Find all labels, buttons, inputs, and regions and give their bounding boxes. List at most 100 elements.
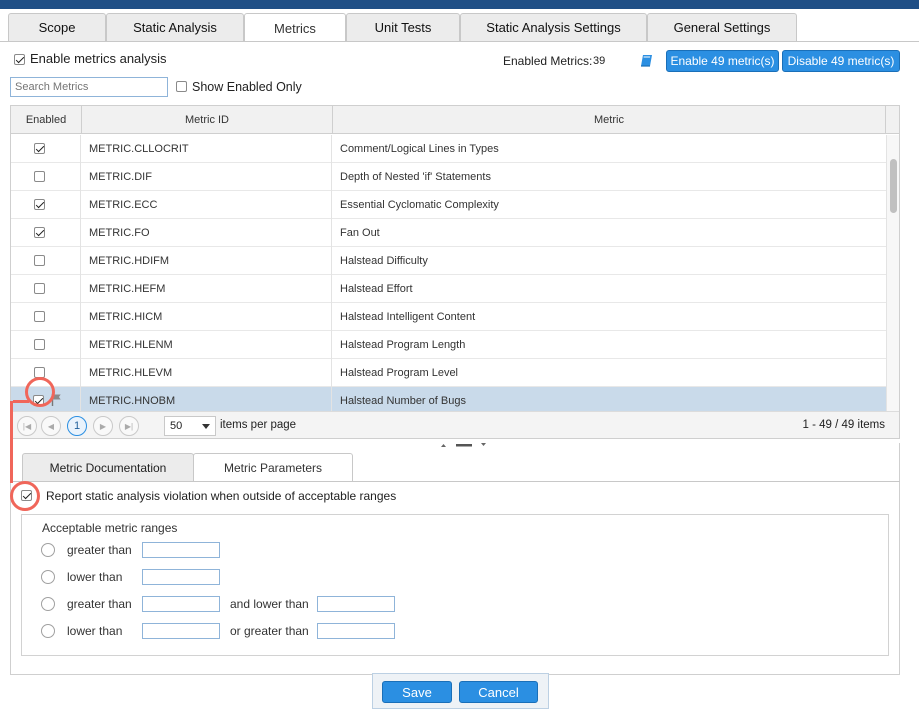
enable-metrics-label: Enable metrics analysis — [30, 51, 167, 66]
next-page-icon[interactable]: ▶ — [93, 416, 113, 436]
row-enabled-checkbox[interactable] — [34, 339, 45, 350]
main-tabs: Scope Static Analysis Metrics Unit Tests… — [0, 13, 919, 42]
table-row[interactable]: METRIC.HLENM Halstead Program Length — [11, 331, 886, 359]
table-row[interactable]: METRIC.DIF Depth of Nested 'if' Statemen… — [11, 163, 886, 191]
range-label: greater than — [67, 597, 132, 611]
range-high-input[interactable] — [317, 623, 395, 639]
enabled-cell — [11, 303, 81, 331]
annotation-connector — [13, 400, 29, 403]
metric-name-cell: Essential Cyclomatic Complexity — [340, 199, 499, 211]
row-enabled-checkbox[interactable] — [34, 143, 45, 154]
prev-page-icon[interactable]: ◀ — [41, 416, 61, 436]
metric-id-cell: METRIC.CLLOCRIT — [82, 135, 332, 163]
range-value-input[interactable] — [142, 542, 220, 558]
row-enabled-checkbox[interactable] — [34, 311, 45, 322]
last-page-icon[interactable]: ▶| — [119, 416, 139, 436]
column-header-metric[interactable]: Metric — [333, 106, 886, 134]
tab-general-settings[interactable]: General Settings — [647, 13, 797, 41]
range-second-label: and lower than — [230, 597, 309, 611]
tab-unit-tests[interactable]: Unit Tests — [346, 13, 460, 41]
enabled-cell — [11, 163, 81, 191]
cancel-button[interactable]: Cancel — [459, 681, 538, 703]
current-page-button[interactable]: 1 — [67, 416, 87, 436]
enabled-cell — [11, 191, 81, 219]
tab-static-analysis[interactable]: Static Analysis — [106, 13, 244, 41]
tab-static-analysis-settings[interactable]: Static Analysis Settings — [460, 13, 647, 41]
acceptable-ranges-group: Acceptable metric ranges greater than lo… — [21, 514, 889, 656]
table-row[interactable]: METRIC.HEFM Halstead Effort — [11, 275, 886, 303]
range-radio-between[interactable] — [41, 597, 55, 611]
table-row[interactable]: METRIC.FO Fan Out — [11, 219, 886, 247]
range-value-input[interactable] — [142, 569, 220, 585]
enabled-cell — [11, 219, 81, 247]
pager-summary: 1 - 49 / 49 items — [802, 419, 885, 431]
tab-metrics[interactable]: Metrics — [244, 13, 346, 42]
annotation-connector — [10, 401, 13, 483]
metric-id-cell: METRIC.HLEVM — [82, 359, 332, 387]
tabs-divider — [0, 41, 919, 42]
enable-all-metrics-button[interactable]: Enable 49 metric(s) — [666, 50, 779, 72]
metrics-table: Enabled Metric ID Metric METRIC.CLLOCRIT… — [10, 105, 900, 439]
pager: |◀ ◀ 1 ▶ ▶| 50 items per page 1 - 49 / 4… — [11, 411, 899, 438]
enabled-cell — [11, 275, 81, 303]
metric-id-cell: METRIC.ECC — [82, 191, 332, 219]
metric-id-cell: METRIC.HLENM — [82, 331, 332, 359]
chevron-down-icon — [202, 424, 210, 429]
range-low-input[interactable] — [142, 623, 220, 639]
vertical-scrollbar[interactable] — [886, 135, 899, 411]
tab-metric-parameters[interactable]: Metric Parameters — [193, 453, 353, 482]
row-enabled-checkbox[interactable] — [34, 283, 45, 294]
row-enabled-checkbox[interactable] — [34, 227, 45, 238]
enabled-metrics-count: 39 — [593, 55, 606, 67]
tab-metric-documentation[interactable]: Metric Documentation — [22, 453, 194, 481]
enabled-metrics-label: Enabled Metrics: — [503, 54, 593, 68]
row-enabled-checkbox[interactable] — [34, 171, 45, 182]
report-violation-label: Report static analysis violation when ou… — [46, 489, 397, 503]
range-label: greater than — [67, 543, 132, 557]
search-metrics-input[interactable] — [10, 77, 168, 97]
metric-id-cell: METRIC.DIF — [82, 163, 332, 191]
documentation-book-icon[interactable] — [640, 54, 654, 68]
row-enabled-checkbox[interactable] — [34, 255, 45, 266]
table-row[interactable]: METRIC.CLLOCRIT Comment/Logical Lines in… — [11, 135, 886, 163]
metric-name-cell: Depth of Nested 'if' Statements — [340, 171, 491, 183]
table-row[interactable]: METRIC.HLEVM Halstead Program Level — [11, 359, 886, 387]
table-header: Enabled Metric ID Metric — [11, 106, 899, 134]
metric-id-cell: METRIC.HDIFM — [82, 247, 332, 275]
range-radio-outside[interactable] — [41, 624, 55, 638]
metric-name-cell: Halstead Difficulty — [340, 255, 428, 267]
metric-name-cell: Halstead Intelligent Content — [340, 311, 476, 323]
row-enabled-checkbox[interactable] — [34, 199, 45, 210]
enabled-cell — [11, 331, 81, 359]
show-enabled-only-label: Show Enabled Only — [192, 80, 302, 94]
annotation-circle — [25, 377, 55, 407]
first-page-icon[interactable]: |◀ — [17, 416, 37, 436]
range-radio-greater-than[interactable] — [41, 543, 55, 557]
column-header-enabled[interactable]: Enabled — [11, 106, 82, 134]
table-row[interactable]: METRIC.ECC Essential Cyclomatic Complexi… — [11, 191, 886, 219]
page-size-select[interactable]: 50 — [164, 416, 216, 436]
enabled-cell — [11, 135, 81, 163]
ranges-title: Acceptable metric ranges — [42, 521, 178, 535]
column-header-metric-id[interactable]: Metric ID — [82, 106, 333, 134]
range-radio-lower-than[interactable] — [41, 570, 55, 584]
range-min-input[interactable] — [142, 596, 220, 612]
enable-metrics-checkbox[interactable] — [14, 54, 25, 65]
metric-name-cell: Comment/Logical Lines in Types — [340, 143, 499, 155]
metric-id-cell: METRIC.HICM — [82, 303, 332, 331]
scrollbar-thumb[interactable] — [890, 159, 897, 213]
disable-all-metrics-button[interactable]: Disable 49 metric(s) — [782, 50, 900, 72]
save-button[interactable]: Save — [382, 681, 452, 703]
metric-name-cell: Halstead Program Level — [340, 367, 459, 379]
show-enabled-only-checkbox[interactable] — [176, 81, 187, 92]
tab-scope[interactable]: Scope — [8, 13, 106, 41]
metric-name-cell: Halstead Effort — [340, 283, 413, 295]
annotation-circle — [10, 481, 40, 511]
range-max-input[interactable] — [317, 596, 395, 612]
table-row[interactable]: METRIC.HDIFM Halstead Difficulty — [11, 247, 886, 275]
dialog-footer: Save Cancel — [372, 673, 549, 709]
items-per-page-label: items per page — [220, 419, 297, 431]
table-row[interactable]: METRIC.HICM Halstead Intelligent Content — [11, 303, 886, 331]
metric-id-cell: METRIC.HEFM — [82, 275, 332, 303]
range-label: lower than — [67, 570, 123, 584]
